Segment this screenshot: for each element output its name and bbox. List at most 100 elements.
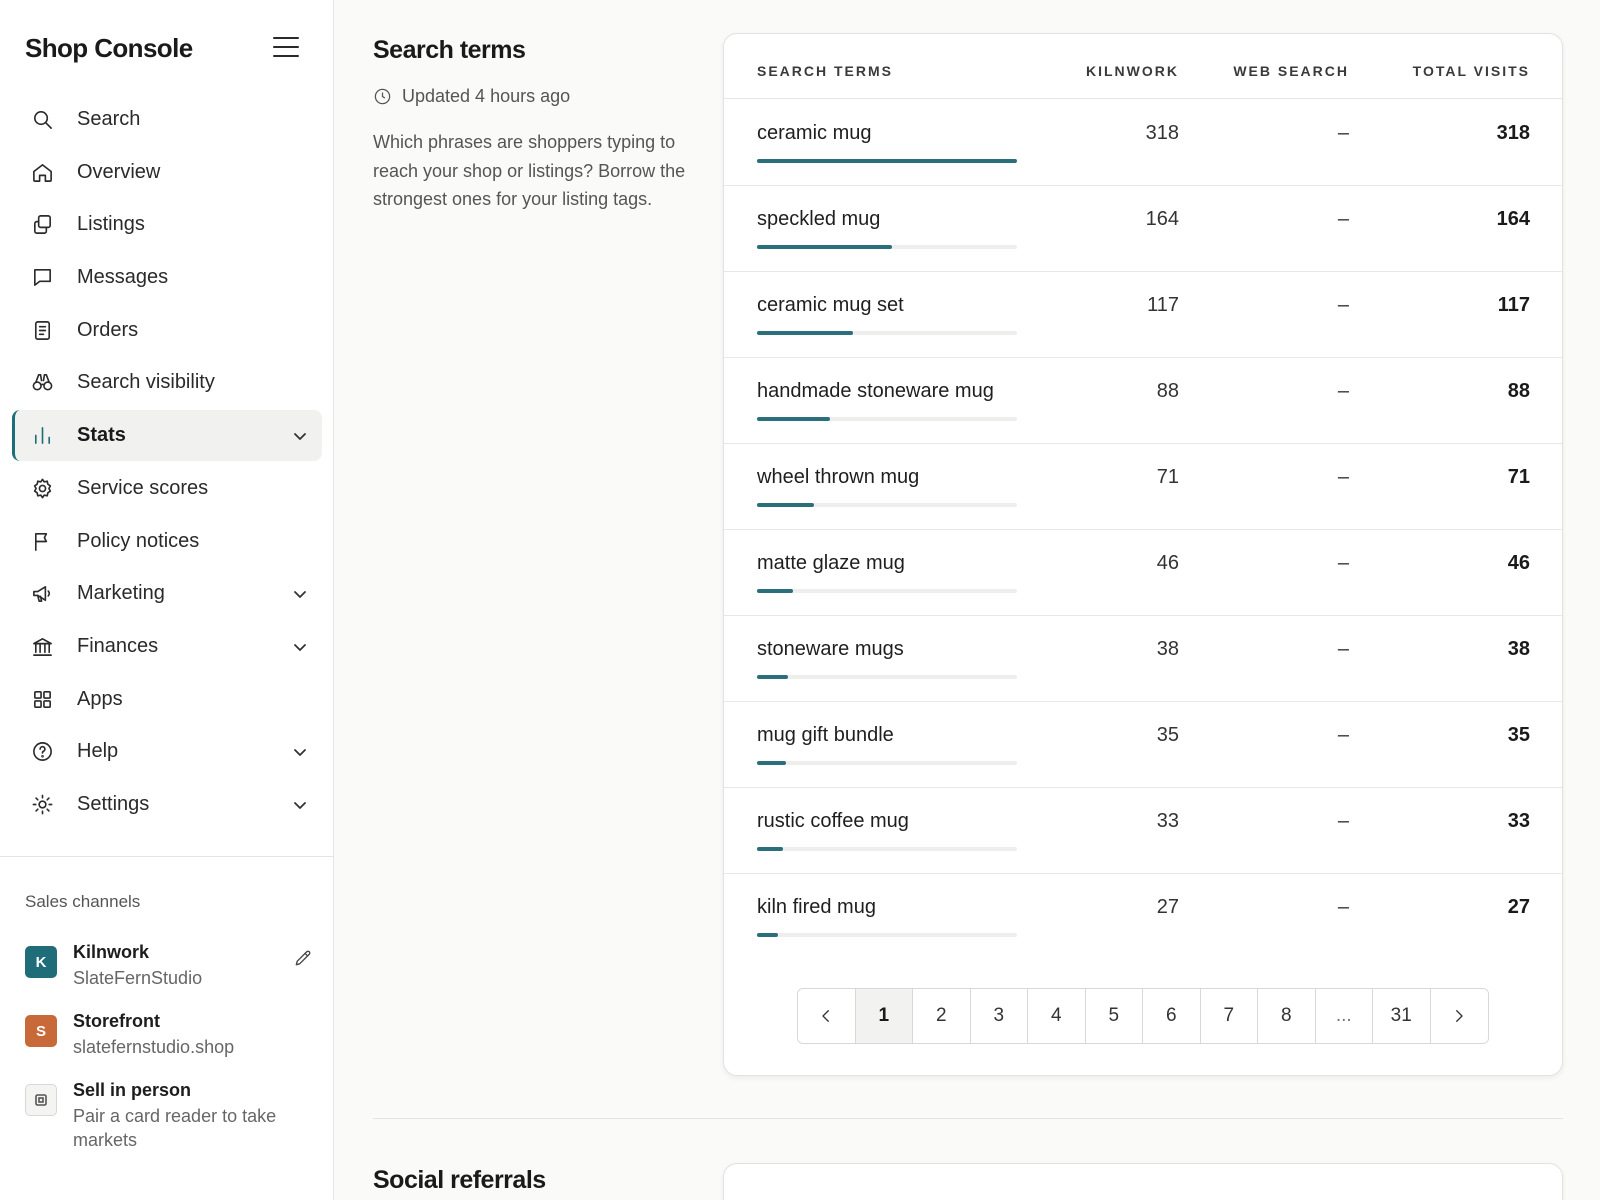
chevron-down-icon[interactable] (292, 744, 308, 760)
sidebar-item-label: Help (77, 740, 119, 763)
page-button[interactable]: 1 (855, 989, 913, 1043)
table-row[interactable]: ceramic mug 318 – 318 (724, 100, 1562, 186)
table-row[interactable]: speckled mug 164 – 164 (724, 186, 1562, 272)
page-button[interactable]: 4 (1028, 989, 1086, 1043)
next-page-button[interactable] (1430, 989, 1488, 1043)
table-row[interactable]: matte glaze mug 46 – 46 (724, 530, 1562, 616)
header-web-search[interactable]: WEB SEARCH (1233, 63, 1349, 79)
sidebar-item-label: Stats (77, 424, 126, 447)
share-bar (757, 331, 1017, 335)
sidebar-item-label: Marketing (77, 582, 165, 605)
web-search-visits: – (1337, 810, 1349, 832)
chevron-down-icon[interactable] (292, 428, 308, 444)
channel-name: Sell in person (73, 1080, 192, 1100)
kilnwork-visits: 35 (1156, 724, 1179, 746)
help-icon (30, 740, 54, 764)
sidebar-item-marketing[interactable]: Marketing (12, 568, 322, 621)
binoculars-icon (30, 371, 54, 395)
sidebar-item-help[interactable]: Help (12, 726, 322, 779)
share-bar-fill (757, 761, 786, 765)
social-referrals-title: Social referrals (373, 1166, 546, 1194)
share-bar-fill (757, 245, 893, 249)
chevron-down-icon[interactable] (292, 639, 308, 655)
search-term: matte glaze mug (757, 552, 905, 574)
channel-badge: K (25, 946, 57, 978)
sidebar-item-listings[interactable]: Listings (12, 198, 322, 251)
sidebar-item-search[interactable]: Search (12, 93, 322, 146)
chevron-down-icon[interactable] (292, 797, 308, 813)
menu-toggle-icon[interactable] (273, 37, 300, 59)
share-bar (757, 675, 1017, 679)
sidebar-item-orders[interactable]: Orders (12, 304, 322, 357)
brand-title: Shop Console (25, 33, 193, 63)
search-term: wheel thrown mug (757, 466, 920, 488)
sidebar-nav: Search Overview Listings Messages Orders… (12, 93, 322, 831)
edit-pencil-icon[interactable] (293, 948, 315, 970)
sidebar-item-label: Messages (77, 265, 169, 288)
total-visits: 27 (1507, 896, 1530, 918)
kilnwork-visits: 71 (1156, 466, 1179, 488)
home-icon (30, 160, 54, 184)
prev-page-button[interactable] (798, 989, 856, 1043)
web-search-visits: – (1337, 294, 1349, 316)
total-visits: 117 (1497, 294, 1530, 316)
section-divider (373, 1118, 1563, 1119)
kilnwork-visits: 27 (1156, 896, 1179, 918)
sidebar-item-policy-notices[interactable]: Policy notices (12, 515, 322, 568)
sun-settings-icon (30, 793, 54, 817)
page-button[interactable]: 8 (1258, 989, 1316, 1043)
page-button[interactable]: 5 (1085, 989, 1143, 1043)
table-row[interactable]: ceramic mug set 117 – 117 (724, 272, 1562, 358)
kilnwork-visits: 38 (1156, 638, 1179, 660)
search-term: kiln fired mug (757, 896, 876, 918)
total-visits: 88 (1507, 380, 1530, 402)
section-description: Which phrases are shoppers typing to rea… (373, 132, 686, 209)
header-kilnwork[interactable]: KILNWORK (1086, 63, 1179, 79)
bar-chart-icon (30, 424, 54, 448)
sidebar-item-apps[interactable]: Apps (12, 673, 322, 726)
sidebar-item-label: Search visibility (77, 371, 215, 394)
table-row[interactable]: wheel thrown mug 71 – 71 (724, 444, 1562, 530)
table-row[interactable]: mug gift bundle 35 – 35 (724, 702, 1562, 788)
kilnwork-visits: 318 (1145, 122, 1179, 144)
page-button[interactable]: 6 (1143, 989, 1201, 1043)
table-row[interactable]: rustic coffee mug 33 – 33 (724, 788, 1562, 874)
page-button[interactable]: 31 (1373, 989, 1431, 1043)
sidebar-item-search-visibility[interactable]: Search visibility (12, 356, 322, 409)
sidebar-item-label: Service scores (77, 476, 209, 499)
message-icon (30, 265, 54, 289)
channel-sub: slatefernstudio.shop (73, 1037, 235, 1057)
header-search-terms[interactable]: SEARCH TERMS (757, 63, 893, 79)
gear-icon (30, 476, 54, 500)
sidebar-item-finances[interactable]: Finances (12, 620, 322, 673)
sidebar-item-messages[interactable]: Messages (12, 251, 322, 304)
sidebar-item-settings[interactable]: Settings (12, 778, 322, 831)
sidebar-item-label: Search (77, 107, 141, 130)
page-button[interactable]: 3 (970, 989, 1028, 1043)
share-bar (757, 503, 1017, 507)
share-bar-fill (757, 933, 778, 937)
table-row[interactable]: handmade stoneware mug 88 – 88 (724, 358, 1562, 444)
sidebar-item-label: Orders (77, 318, 139, 341)
search-term: mug gift bundle (757, 724, 894, 746)
kilnwork-visits: 46 (1156, 552, 1179, 574)
share-bar-fill (757, 331, 854, 335)
sidebar-item-service-scores[interactable]: Service scores (12, 462, 322, 515)
total-visits: 38 (1507, 638, 1530, 660)
search-term: speckled mug (757, 208, 881, 230)
search-terms-table: SEARCH TERMS KILNWORK WEB SEARCH TOTAL V… (723, 33, 1563, 1076)
share-bar-fill (757, 503, 815, 507)
sidebar-item-stats[interactable]: Stats (12, 410, 322, 462)
channel-name: Kilnwork (73, 942, 150, 962)
table-row[interactable]: kiln fired mug 27 – 27 (724, 874, 1562, 960)
total-visits: 33 (1507, 810, 1530, 832)
sidebar-item-label: Finances (77, 635, 159, 658)
table-row[interactable]: stoneware mugs 38 – 38 (724, 616, 1562, 702)
web-search-visits: – (1337, 638, 1349, 660)
page-button[interactable]: 7 (1200, 989, 1258, 1043)
sidebar-item-overview[interactable]: Overview (12, 146, 322, 199)
chevron-down-icon[interactable] (292, 586, 308, 602)
search-term: stoneware mugs (757, 638, 904, 660)
header-total-visits[interactable]: TOTAL VISITS (1413, 63, 1530, 79)
page-button[interactable]: 2 (913, 989, 971, 1043)
